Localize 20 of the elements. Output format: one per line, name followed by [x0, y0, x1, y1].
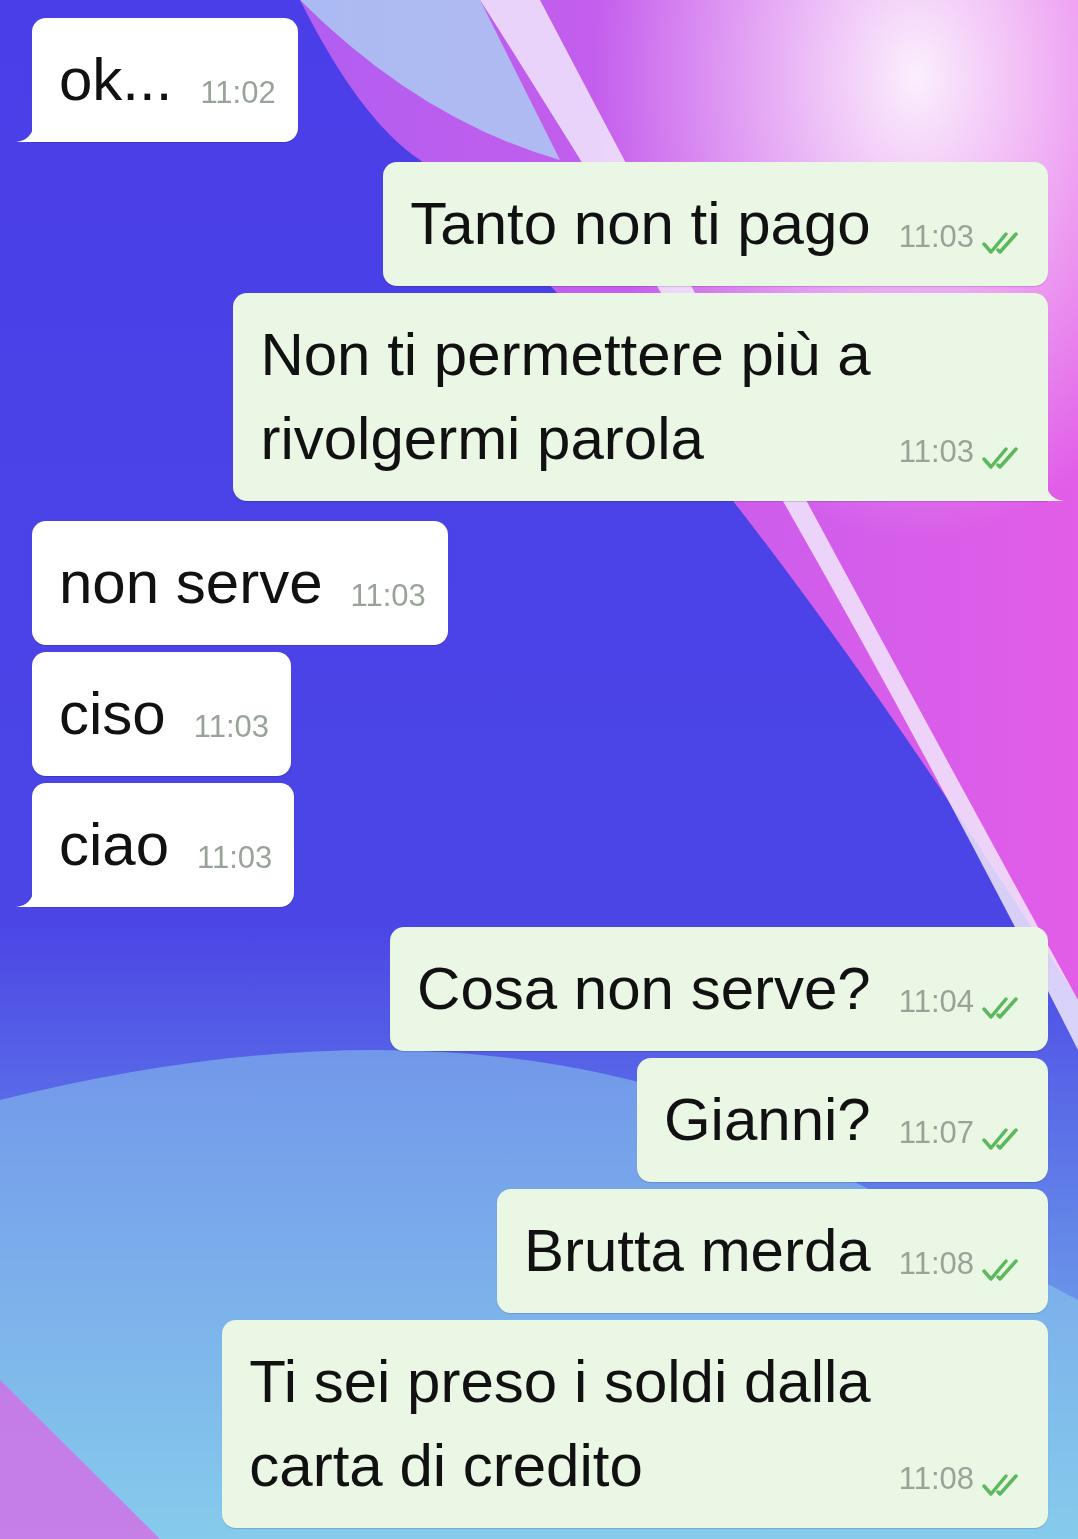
message-text: Brutta merda — [523, 1216, 871, 1286]
message-text: ciso — [59, 679, 166, 749]
message-text: ok... — [59, 45, 173, 115]
message-time: 11:08 — [898, 1459, 974, 1498]
message-text: Gianni? — [663, 1085, 871, 1155]
message-time: 11:08 — [898, 1244, 974, 1283]
message-time: 11:03 — [193, 707, 269, 746]
message-time: 11:03 — [350, 576, 426, 615]
message-text: Ti sei preso i soldi dalla carta di credito — [249, 1347, 871, 1501]
message-time: 11:03 — [197, 838, 273, 877]
message-text: Tanto non ti pago — [410, 189, 871, 259]
message-text: ciao — [59, 810, 170, 880]
message-time: 11:07 — [898, 1113, 974, 1152]
message-text: non serve — [59, 548, 323, 618]
message-time: 11:03 — [898, 217, 974, 256]
message-time: 11:03 — [898, 432, 974, 471]
message-text: Cosa non serve? — [417, 954, 871, 1024]
message-time: 11:02 — [200, 73, 276, 112]
message-time: 11:04 — [898, 982, 974, 1021]
message-text: Non ti permettere più a rivolgermi parola — [260, 320, 871, 474]
